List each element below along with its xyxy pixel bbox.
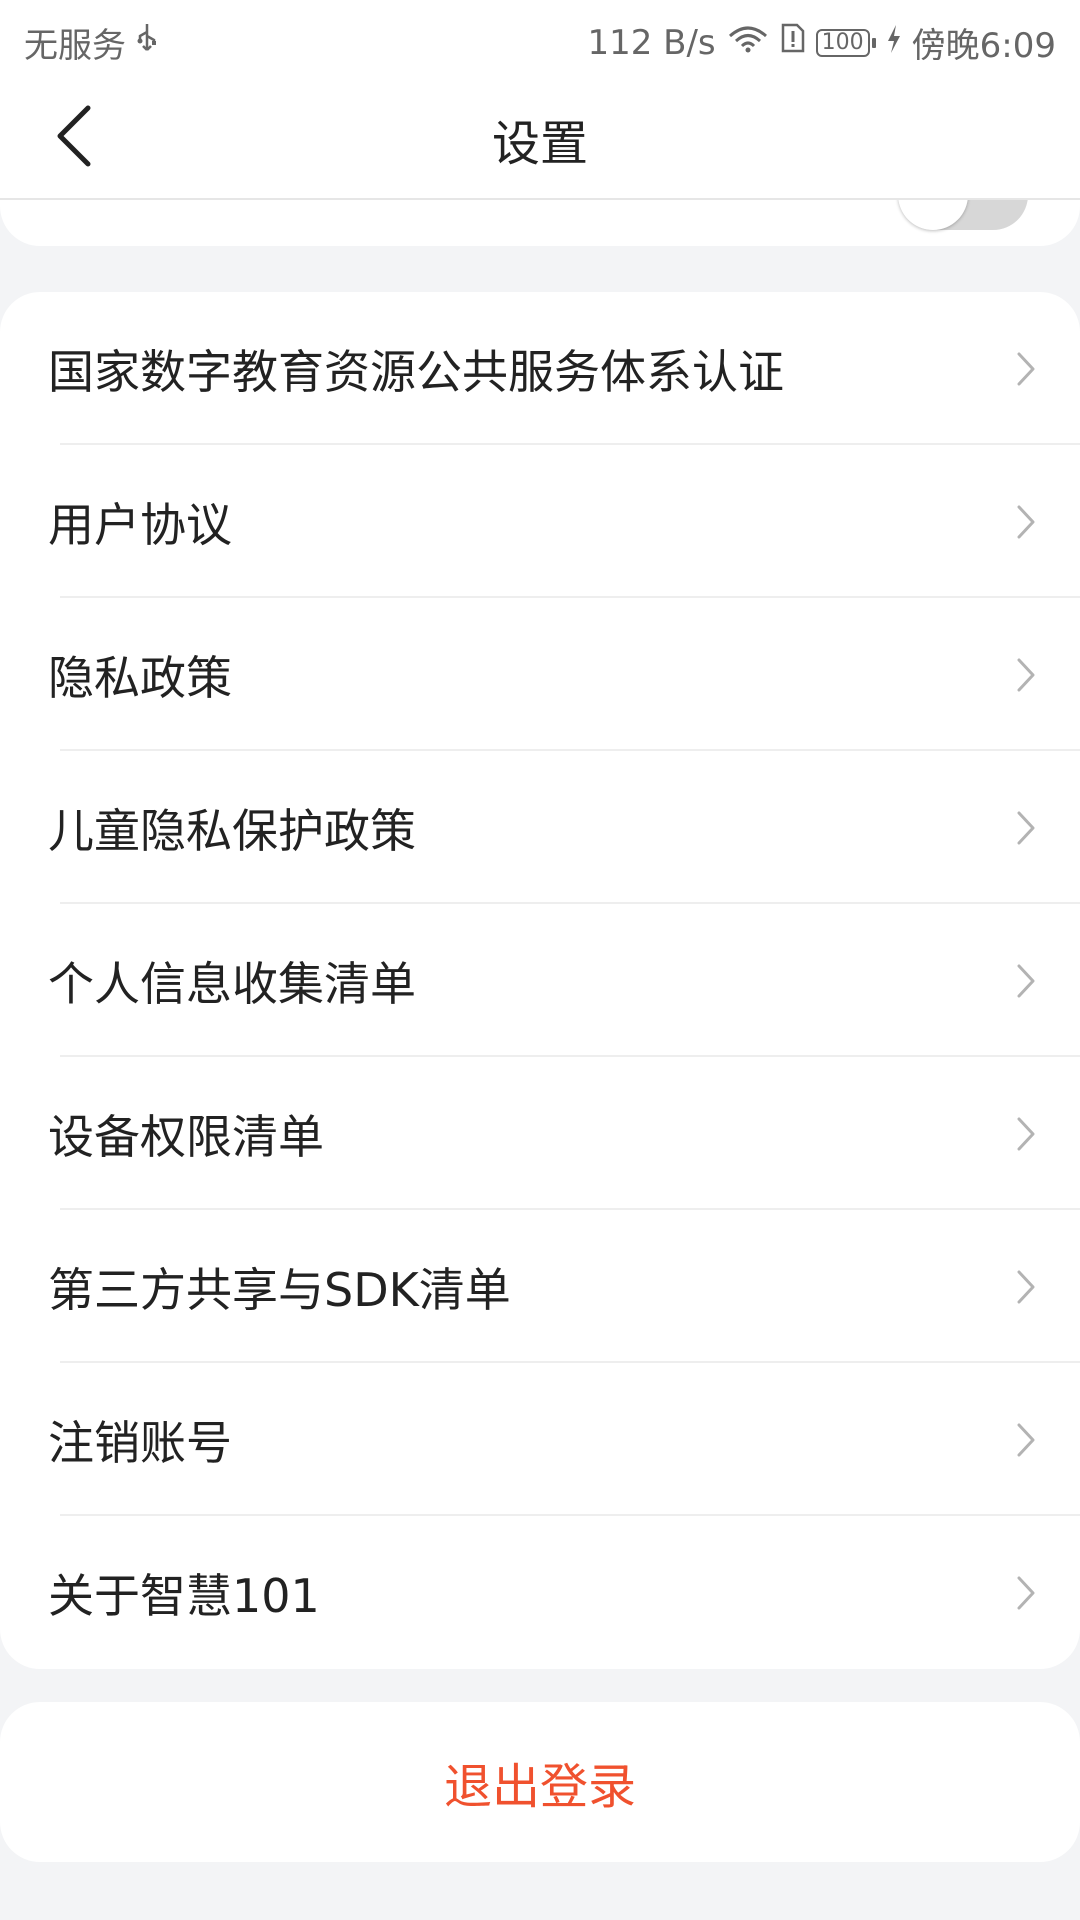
logout-button[interactable]: 退出登录 <box>0 1702 1080 1862</box>
menu-item-child-privacy[interactable]: 儿童隐私保护政策 <box>0 751 1080 904</box>
chevron-right-icon <box>1017 1270 1035 1303</box>
toggle-knob <box>898 200 968 230</box>
menu-item-privacy-policy[interactable]: 隐私政策 <box>0 598 1080 751</box>
wifi-icon <box>726 22 770 63</box>
menu-item-personal-info-list[interactable]: 个人信息收集清单 <box>0 904 1080 1057</box>
menu-item-third-party-sdk[interactable]: 第三方共享与SDK清单 <box>0 1210 1080 1363</box>
menu-item-label: 个人信息收集清单 <box>48 956 416 1011</box>
network-speed: 112 B/s <box>587 22 716 63</box>
toggle-switch[interactable] <box>898 200 1028 230</box>
settings-menu-card: 国家数字教育资源公共服务体系认证 用户协议 隐私政策 儿童隐私保护政策 个人信息… <box>0 292 1080 1669</box>
sim-alert-icon <box>780 22 806 63</box>
menu-item-label: 儿童隐私保护政策 <box>48 803 416 858</box>
chevron-right-icon <box>1017 658 1035 691</box>
logout-label: 退出登录 <box>443 1759 636 1815</box>
previous-settings-card <box>0 200 1080 246</box>
menu-item-label: 关于智慧101 <box>48 1568 320 1623</box>
menu-item-edu-certification[interactable]: 国家数字教育资源公共服务体系认证 <box>0 292 1080 445</box>
usb-icon <box>134 22 160 63</box>
battery-icon: 100 <box>815 28 876 57</box>
menu-item-about[interactable]: 关于智慧101 <box>0 1516 1080 1669</box>
menu-item-device-permissions[interactable]: 设备权限清单 <box>0 1057 1080 1210</box>
menu-item-label: 隐私政策 <box>48 650 232 705</box>
menu-item-label: 国家数字教育资源公共服务体系认证 <box>48 344 784 399</box>
menu-item-label: 用户协议 <box>48 497 232 552</box>
menu-item-label: 第三方共享与SDK清单 <box>48 1262 511 1317</box>
chevron-right-icon <box>1017 1423 1035 1456</box>
app-header: 设置 <box>0 76 1080 200</box>
menu-item-user-agreement[interactable]: 用户协议 <box>0 445 1080 598</box>
chevron-right-icon <box>1017 811 1035 844</box>
status-left: 无服务 <box>24 18 160 67</box>
battery-level: 100 <box>815 28 870 57</box>
charging-icon <box>886 23 902 63</box>
status-right: 112 B/s 100 傍晚6:09 <box>587 18 1056 67</box>
clock: 傍晚6:09 <box>911 26 1056 66</box>
chevron-right-icon <box>1017 505 1035 538</box>
chevron-right-icon <box>1017 352 1035 385</box>
chevron-right-icon <box>1017 1117 1035 1150</box>
carrier-label: 无服务 <box>24 26 126 66</box>
chevron-right-icon <box>1017 964 1035 997</box>
chevron-right-icon <box>1017 1576 1035 1609</box>
page-title: 设置 <box>491 116 588 172</box>
menu-item-label: 注销账号 <box>48 1415 232 1470</box>
menu-item-delete-account[interactable]: 注销账号 <box>0 1363 1080 1516</box>
menu-item-label: 设备权限清单 <box>48 1109 324 1164</box>
status-bar: 无服务 112 B/s 100 傍晚6:09 <box>0 0 1080 76</box>
